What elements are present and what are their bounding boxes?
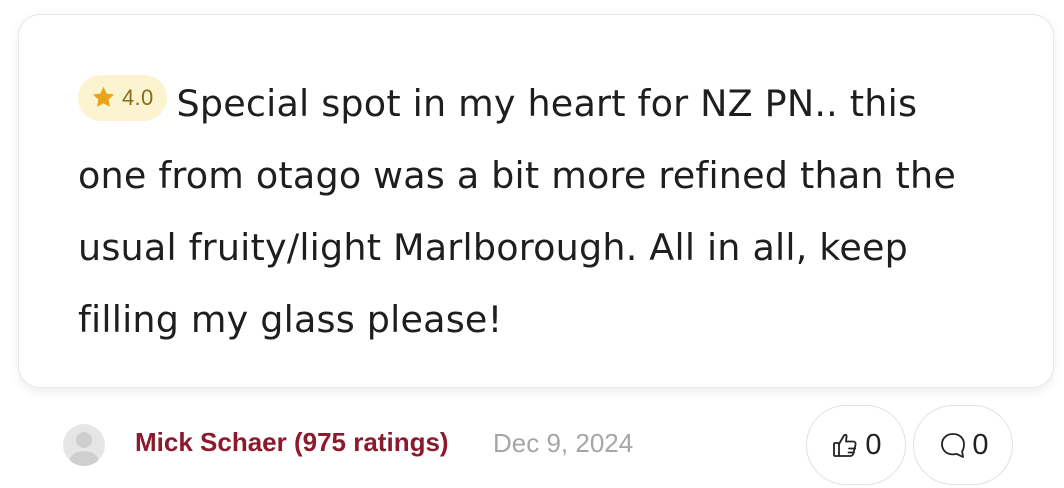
like-button[interactable]: 0 bbox=[806, 405, 906, 485]
avatar-placeholder-icon bbox=[69, 432, 99, 466]
rating-badge: 4.0 bbox=[78, 74, 168, 121]
review-footer: Mick Schaer (975 ratings) Dec 9, 2024 0 … bbox=[0, 400, 1064, 488]
review-card: 4.0 Special spot in my heart for NZ PN.. … bbox=[18, 14, 1054, 388]
review-text: Special spot in my heart for NZ PN.. thi… bbox=[78, 82, 957, 341]
star-icon bbox=[92, 86, 115, 107]
review-body: 4.0 Special spot in my heart for NZ PN.. … bbox=[78, 68, 978, 356]
review-date: Dec 9, 2024 bbox=[493, 428, 634, 458]
reviewer-name-link[interactable]: Mick Schaer (975 ratings) bbox=[135, 427, 449, 458]
comment-button[interactable]: 0 bbox=[913, 405, 1013, 485]
like-count: 0 bbox=[865, 428, 882, 461]
thumbs-up-icon bbox=[833, 433, 857, 457]
comment-count: 0 bbox=[972, 428, 989, 461]
rating-value: 4.0 bbox=[122, 84, 154, 110]
avatar[interactable] bbox=[63, 424, 105, 466]
comment-bubble-icon bbox=[941, 433, 966, 458]
